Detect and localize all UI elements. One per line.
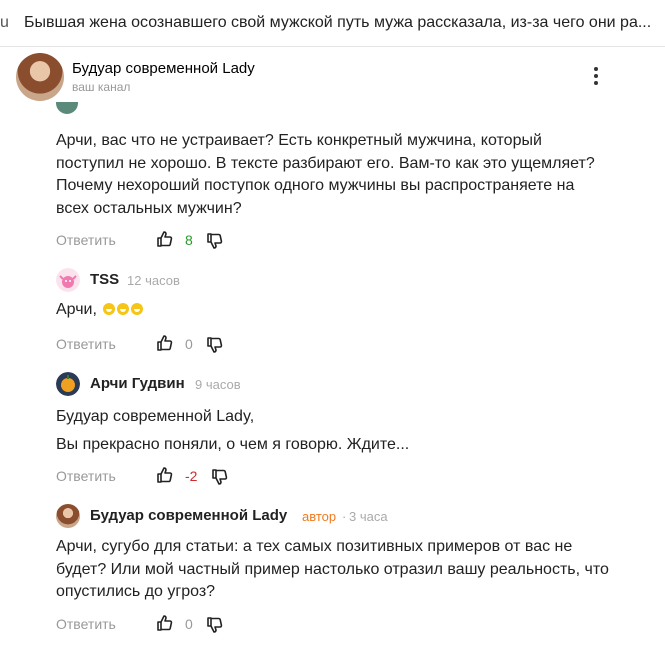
- comment-header: TSS 12 часов: [56, 268, 616, 292]
- comment-time: 3 часа: [349, 509, 388, 524]
- channel-avatar[interactable]: [16, 53, 64, 101]
- comment-text: Арчи, сугубо для статьи: а тех самых поз…: [56, 536, 646, 604]
- comment-text: Арчи, вас что не устраивает? Есть конкре…: [56, 130, 646, 220]
- reply-button[interactable]: Ответить: [56, 616, 116, 632]
- comment-line: Почему нехороший поступок одного мужчины…: [56, 177, 575, 194]
- comment-line: Будуар современной Lady,: [56, 408, 255, 425]
- thumbs-up-icon[interactable]: [156, 614, 174, 632]
- channel-subtitle: ваш канал: [72, 80, 131, 94]
- comment-actions: Ответить -2: [56, 466, 356, 488]
- comment-author[interactable]: Будуар современной Lady: [90, 507, 287, 524]
- avatar[interactable]: [56, 504, 80, 528]
- thumbs-down-icon[interactable]: [206, 616, 224, 634]
- channel-name[interactable]: Будуар современной Lady: [72, 60, 255, 77]
- comment-line: Вы прекрасно поняли, о чем я говорю. Жди…: [56, 436, 410, 453]
- reply-button[interactable]: Ответить: [56, 232, 116, 248]
- comment-header: Будуар современной Lady автор · 3 часа: [56, 504, 616, 528]
- comment-text: Арчи,: [56, 299, 646, 322]
- like-count: 0: [185, 616, 193, 632]
- avatar: [56, 102, 78, 114]
- thumbs-down-icon[interactable]: [206, 336, 224, 354]
- grinning-face-emoji-icon: [103, 303, 116, 315]
- comment-time: 9 часов: [195, 377, 241, 392]
- article-title: Бывшая жена осознавшего свой мужской пут…: [24, 14, 652, 31]
- author-badge: автор: [302, 509, 337, 524]
- comment-line: поступил не хорошо. В тексте разбирают е…: [56, 154, 595, 172]
- comment-header-partial: [56, 102, 356, 116]
- title-prefix: u: [0, 14, 9, 31]
- channel-header: Будуар современной Lady ваш канал: [0, 47, 665, 110]
- comment-text: Будуар современной Lady, Вы прекрасно по…: [56, 403, 646, 459]
- thumbs-up-icon[interactable]: [156, 466, 174, 484]
- thumbs-up-icon[interactable]: [156, 334, 174, 352]
- avatar[interactable]: [56, 268, 80, 292]
- comment-line: Арчи, сугубо для статьи: а тех самых поз…: [56, 538, 573, 555]
- reply-button[interactable]: Ответить: [56, 336, 116, 352]
- reply-button[interactable]: Ответить: [56, 468, 116, 484]
- comment-line: всех остальных мужчин?: [56, 199, 242, 217]
- separator-dot: ·: [342, 509, 347, 524]
- more-options-button[interactable]: [584, 65, 608, 89]
- grinning-face-emoji-icon: [117, 303, 130, 315]
- thumbs-down-icon[interactable]: [211, 468, 229, 486]
- like-count: 0: [185, 336, 193, 352]
- comment-line: опустились до угроз?: [56, 583, 216, 600]
- comment-time: 12 часов: [127, 273, 180, 288]
- grinning-face-emoji-icon: [131, 303, 144, 315]
- comment-actions: Ответить 8: [56, 230, 356, 252]
- more-vertical-icon: [584, 67, 608, 85]
- comment-author[interactable]: Арчи Гудвин: [90, 375, 185, 392]
- comment-actions: Ответить 0: [56, 334, 356, 356]
- comment-actions: Ответить 0: [56, 614, 356, 636]
- comment-line: Арчи, вас что не устраивает? Есть конкре…: [56, 132, 542, 149]
- thumbs-up-icon[interactable]: [156, 230, 174, 248]
- like-count: -2: [185, 468, 198, 484]
- comment-line: Арчи,: [56, 301, 97, 318]
- avatar[interactable]: [56, 372, 80, 396]
- like-count: 8: [185, 232, 193, 248]
- comment-header: Арчи Гудвин 9 часов: [56, 372, 616, 396]
- comment-line: будет? Или мой частный пример настолько …: [56, 560, 609, 578]
- comment-author[interactable]: TSS: [90, 271, 119, 288]
- thumbs-down-icon[interactable]: [206, 232, 224, 250]
- article-title-bar: u Бывшая жена осознавшего свой мужской п…: [0, 0, 665, 47]
